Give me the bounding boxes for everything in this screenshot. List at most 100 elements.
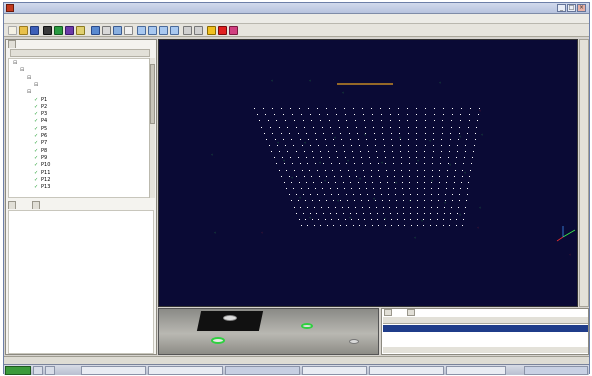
checkbox-icon[interactable]: ✓ xyxy=(34,185,39,190)
target-point-marker[interactable]: ◦ xyxy=(309,215,311,220)
image-icon[interactable] xyxy=(76,26,85,35)
control-point-marker[interactable]: ◦ xyxy=(477,225,479,230)
checkbox-icon[interactable]: ✓ xyxy=(34,97,39,103)
expand-icon[interactable]: ⊟ xyxy=(27,75,32,81)
target-point-marker[interactable]: ◦ xyxy=(459,134,461,139)
target-point-marker[interactable]: ◦ xyxy=(309,78,311,83)
tree-row[interactable]: ✓ P10 xyxy=(9,162,149,169)
target-point-marker[interactable]: ◦ xyxy=(399,135,401,140)
task-item[interactable] xyxy=(148,366,223,375)
checkbox-icon[interactable]: ✓ xyxy=(34,112,39,117)
task-item[interactable] xyxy=(81,366,146,375)
target-point-marker[interactable]: ◦ xyxy=(299,195,301,200)
target-point-marker[interactable]: ◦ xyxy=(449,162,451,167)
zoom-icon[interactable] xyxy=(113,26,122,35)
target-point-marker[interactable]: ◦ xyxy=(417,158,419,163)
target-point-marker[interactable]: ◦ xyxy=(464,170,466,175)
view-iso-icon[interactable] xyxy=(170,26,179,35)
3d-viewport[interactable]: ◦ ◦ ◦ ◦ ◦ ◦ ◦ ◦ ◦ ◦ ◦ ◦ ◦ ◦ ◦ ◦ ◦ ◦ ◦ ◦ ◦ ◦ ◦ ◦ ◦ ◦ ◦ ◦ ◦ ◦ ◦ ◦ ◦ ◦ ◦ ◦ ◦ ◦ ◦ ◦… xyxy=(158,39,578,307)
tree-row[interactable]: ✓ P1 xyxy=(9,97,149,104)
checkbox-icon[interactable]: ✓ xyxy=(34,134,39,139)
table-row[interactable] xyxy=(383,325,588,332)
target-point-marker[interactable]: ◦ xyxy=(409,198,411,203)
control-point-marker[interactable]: ◦ xyxy=(569,252,571,257)
view-front-icon[interactable] xyxy=(137,26,146,35)
save-icon[interactable] xyxy=(30,26,39,35)
marker-icon[interactable] xyxy=(229,26,238,35)
new-file-icon[interactable] xyxy=(8,26,17,35)
start-button[interactable] xyxy=(5,366,31,375)
checkbox-icon[interactable]: ✓ xyxy=(34,170,39,176)
rotate-icon[interactable] xyxy=(124,26,133,35)
checkbox-icon[interactable]: ✓ xyxy=(34,155,39,161)
tree-row[interactable]: ✓ P4 xyxy=(9,118,149,125)
checkbox-icon[interactable]: ✓ xyxy=(34,119,39,124)
tree-row[interactable]: ✓ P9 xyxy=(9,155,149,162)
expand-icon[interactable]: ⊟ xyxy=(27,90,32,95)
target-point-marker[interactable]: ◦ xyxy=(342,90,344,95)
tree-row[interactable]: ⊟ xyxy=(9,75,149,82)
target-point-marker[interactable]: ◦ xyxy=(384,216,386,221)
tree-row[interactable]: ✓ P6 xyxy=(9,133,149,140)
select-icon[interactable] xyxy=(91,26,100,35)
task-item[interactable] xyxy=(369,366,444,375)
target-point-marker[interactable]: ◦ xyxy=(481,132,483,137)
tree-row[interactable]: ⊟ xyxy=(9,60,149,67)
table-hscrollbar[interactable] xyxy=(383,347,588,353)
minimize-button[interactable]: _ xyxy=(557,4,566,12)
checkbox-icon[interactable]: ✓ xyxy=(34,141,39,146)
tree-row[interactable]: ✓ P13 xyxy=(9,184,149,191)
target-point-marker[interactable]: ◦ xyxy=(334,135,336,140)
target-point-marker[interactable]: ◦ xyxy=(349,215,351,220)
task-item[interactable] xyxy=(302,366,367,375)
viewport-scrollbar[interactable] xyxy=(579,39,589,307)
target-point-marker[interactable]: ◦ xyxy=(479,205,481,210)
grid-icon[interactable] xyxy=(183,26,192,35)
target-point-marker[interactable]: ◦ xyxy=(337,198,339,203)
target-point-marker[interactable]: ◦ xyxy=(381,160,383,165)
target-point-marker[interactable]: ◦ xyxy=(364,132,366,137)
target-point-marker[interactable]: ◦ xyxy=(429,138,431,143)
expand-icon[interactable]: ⊟ xyxy=(20,68,25,73)
expand-icon[interactable]: ⊟ xyxy=(13,61,18,66)
measure-icon[interactable] xyxy=(65,26,74,35)
tab-images-table[interactable] xyxy=(407,309,415,316)
tree-scrollbar[interactable] xyxy=(149,58,155,198)
target-point-marker[interactable]: ◦ xyxy=(319,160,321,165)
checkbox-icon[interactable]: ✓ xyxy=(34,148,39,154)
tree-row[interactable]: ⊟ xyxy=(9,67,149,74)
table-row[interactable] xyxy=(383,339,588,346)
expand-icon[interactable]: ⊟ xyxy=(34,82,39,88)
target-point-marker[interactable]: ◦ xyxy=(395,180,397,185)
checkbox-icon[interactable]: ✓ xyxy=(34,126,39,132)
checkbox-icon[interactable]: ✓ xyxy=(34,177,39,183)
delete-icon[interactable] xyxy=(218,26,227,35)
tree-row[interactable]: ✓ P8 xyxy=(9,148,149,155)
target-point-marker[interactable]: ◦ xyxy=(211,152,213,157)
checkbox-icon[interactable]: ✓ xyxy=(34,104,39,110)
control-point-marker[interactable]: ◦ xyxy=(261,230,263,235)
target-point-marker[interactable]: ◦ xyxy=(324,178,326,183)
target-point-marker[interactable]: ◦ xyxy=(439,80,441,85)
checkbox-icon[interactable]: ✓ xyxy=(34,163,39,168)
camera-icon[interactable] xyxy=(43,26,52,35)
close-button[interactable]: × xyxy=(577,4,586,12)
target-point-marker[interactable]: ◦ xyxy=(431,178,433,183)
target-point-marker[interactable]: ◦ xyxy=(347,158,349,163)
target-point-marker[interactable]: ◦ xyxy=(421,218,423,223)
target-point-marker[interactable]: ◦ xyxy=(304,140,306,145)
target-point-marker[interactable]: ◦ xyxy=(414,235,416,240)
fit-view-icon[interactable] xyxy=(194,26,203,35)
target-point-marker[interactable]: ◦ xyxy=(214,230,216,235)
tab-project[interactable] xyxy=(8,40,16,48)
quicklaunch-desktop-icon[interactable] xyxy=(45,366,55,375)
view-top-icon[interactable] xyxy=(148,26,157,35)
pan-icon[interactable] xyxy=(102,26,111,35)
points-icon[interactable] xyxy=(54,26,63,35)
control-point-marker[interactable]: ◦ xyxy=(479,108,481,113)
tree-row[interactable]: ✓ P11 xyxy=(9,170,149,177)
tab-properties[interactable] xyxy=(8,201,16,209)
target-point-marker[interactable]: ◦ xyxy=(271,78,273,83)
target-point-marker[interactable]: ◦ xyxy=(291,175,293,180)
table-row[interactable] xyxy=(383,332,588,339)
